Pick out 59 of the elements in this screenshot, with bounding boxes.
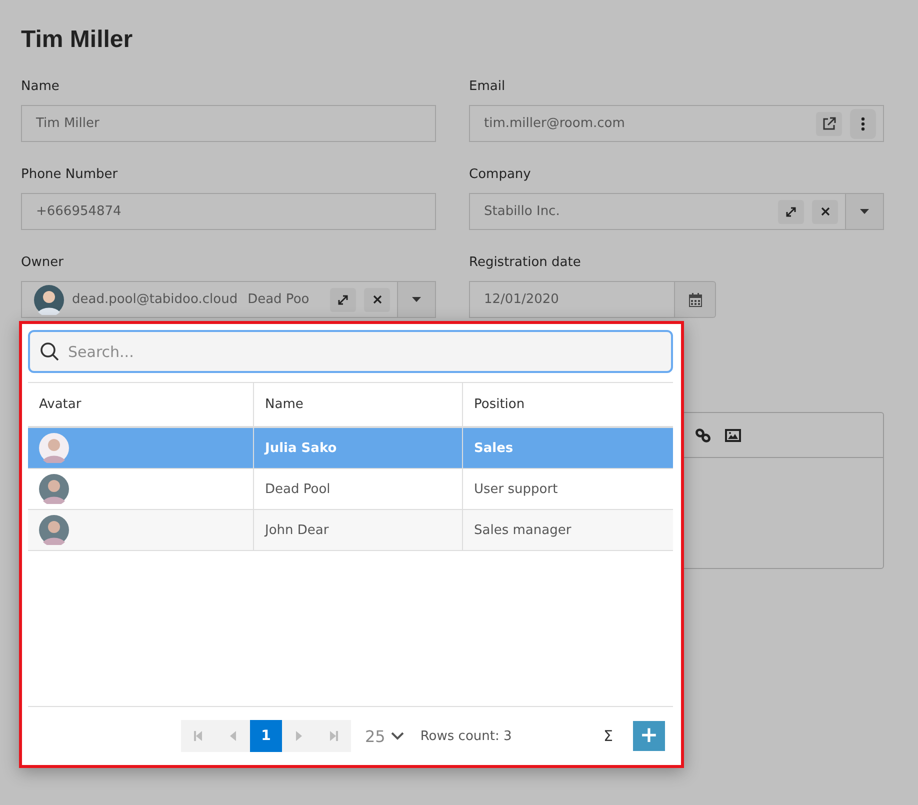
field-label: Registration date (469, 254, 582, 271)
rows-count: Rows count: 3 (420, 728, 512, 744)
expand-icon (337, 294, 349, 306)
caret-icon (860, 209, 869, 214)
table-cell: Dead Pool (254, 469, 463, 509)
field-label: Email (469, 78, 506, 95)
input-field[interactable]: tim.miller@room.com (469, 105, 884, 142)
clear-button[interactable] (364, 288, 390, 312)
sum-button[interactable]: Σ (598, 727, 619, 745)
input-field[interactable]: Tim Miller (21, 105, 436, 142)
field-label: Name (21, 78, 60, 95)
more-button[interactable] (850, 108, 876, 138)
table-cell-text: Sales manager (473, 522, 572, 540)
clear-button[interactable] (812, 200, 838, 224)
open-link-button[interactable] (816, 112, 842, 136)
expand-button[interactable] (330, 288, 356, 312)
expand-button[interactable] (778, 200, 804, 224)
table-row[interactable]: Dead Pool User support (28, 469, 673, 510)
avatar-icon (39, 515, 69, 545)
caret-icon (412, 297, 421, 302)
next-page-icon (296, 731, 302, 741)
column-header[interactable]: Position (463, 383, 673, 426)
date-field[interactable]: 12/01/2020 (469, 281, 675, 318)
input-field[interactable]: dead.pool@tabidoo.cloud Dead Poo (21, 281, 398, 318)
table-cell-text: Sales (473, 440, 514, 458)
chevron-down-icon (391, 732, 404, 740)
field-label: Phone Number (21, 166, 119, 183)
expand-icon (785, 206, 797, 218)
field-label: Company (469, 166, 532, 183)
table-cell-text: User support (473, 480, 559, 498)
column-header[interactable]: Avatar (28, 383, 254, 426)
previous-page-icon (230, 731, 236, 741)
table-cell: John Dear (254, 510, 463, 550)
page-size-dropdown[interactable]: 25 (365, 726, 404, 746)
page-button[interactable]: 1 (250, 720, 282, 752)
more-icon (861, 116, 865, 130)
calendar-button[interactable] (675, 281, 716, 318)
close-icon (820, 207, 830, 216)
table-row[interactable]: John Dear Sales manager (28, 510, 673, 551)
avatar-icon (39, 433, 69, 463)
table-cell: Julia Sako (254, 428, 463, 468)
page-title: Tim Miller (21, 26, 134, 54)
avatar-icon (34, 284, 64, 314)
search-icon (40, 342, 59, 361)
column-header[interactable]: Name (254, 383, 463, 426)
input-field[interactable]: +666954874 (21, 193, 436, 230)
calendar-icon (688, 292, 702, 306)
first-page-icon (194, 731, 202, 741)
input-field[interactable]: Stabillo Inc. (469, 193, 846, 230)
external-link-icon (822, 116, 836, 130)
field-label: Owner (21, 254, 64, 271)
search-field[interactable]: Search... (28, 330, 673, 373)
last-page-icon (330, 731, 338, 741)
table-row[interactable]: Julia Sako Sales (28, 428, 673, 469)
image-icon (725, 428, 741, 442)
link-icon (695, 428, 711, 442)
close-icon (372, 295, 382, 304)
avatar-icon (39, 474, 69, 504)
add-button[interactable]: + (633, 721, 665, 751)
